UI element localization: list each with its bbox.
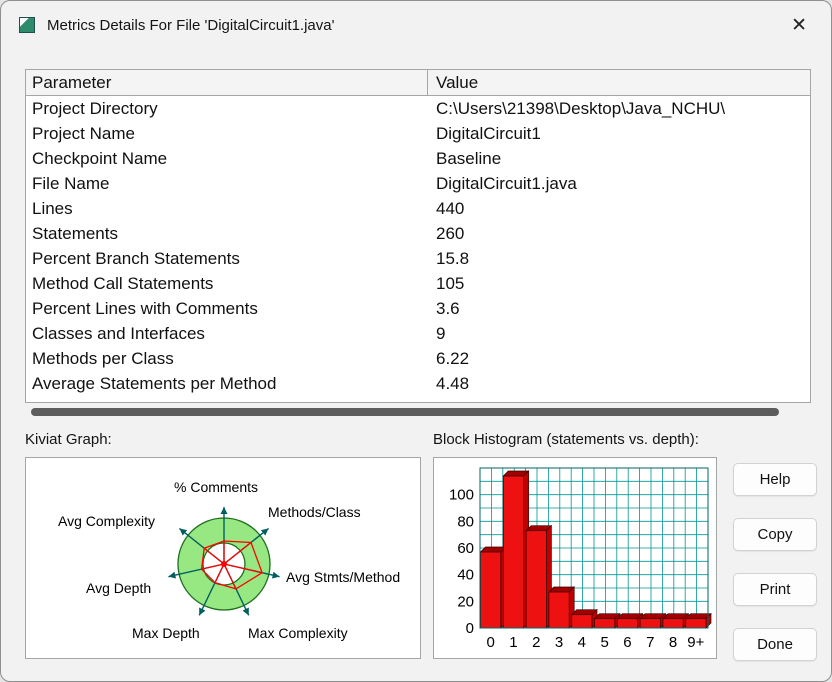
kiviat-label-percent-comments: % Comments — [174, 479, 259, 495]
svg-text:0: 0 — [486, 634, 494, 651]
svg-text:1: 1 — [509, 634, 517, 651]
svg-text:9+: 9+ — [687, 634, 704, 651]
value-cell: 105 — [436, 273, 465, 293]
value-cell: 260 — [436, 223, 465, 243]
print-button[interactable]: Print — [733, 573, 817, 606]
horizontal-scrollbar[interactable] — [25, 406, 811, 419]
value-cell: 4.48 — [436, 373, 470, 393]
svg-text:7: 7 — [646, 634, 654, 651]
svg-text:40: 40 — [457, 567, 474, 584]
help-button[interactable]: Help — [733, 463, 817, 496]
value-cell: DigitalCircuit1.java — [436, 173, 577, 193]
parameter-cell: Percent Lines with Comments — [32, 298, 258, 318]
app-icon — [19, 17, 35, 33]
parameter-cell: Lines — [32, 198, 73, 218]
value-cell: C:\Users\21398\Desktop\Java_NCHU\ — [436, 98, 726, 118]
svg-text:80: 80 — [457, 513, 474, 530]
parameter-cell: Method Call Statements — [32, 273, 214, 293]
svg-text:60: 60 — [457, 540, 474, 557]
title-bar: Metrics Details For File 'DigitalCircuit… — [1, 1, 831, 49]
svg-text:20: 20 — [457, 593, 474, 610]
table-body: Project Directory C:\Users\21398\Desktop\… — [26, 96, 810, 396]
histogram-chart: 0204060801000 1 2 3 4 5 6 7 8 9+ — [449, 467, 712, 651]
table-header: Parameter Value — [26, 70, 810, 96]
value-cell: 9 — [436, 323, 446, 343]
dialog-window: Metrics Details For File 'DigitalCircuit… — [0, 0, 832, 682]
table-row[interactable]: Method Call Statements 105 — [26, 271, 810, 296]
svg-text:0: 0 — [466, 620, 474, 637]
column-header-value[interactable]: Value — [428, 71, 810, 95]
table-row[interactable]: Percent Lines with Comments 3.6 — [26, 296, 810, 321]
close-icon[interactable]: ✕ — [785, 12, 813, 39]
histogram-panel: 0 20 40 60 80 100 0 1 2 3 4 5 6 7 8 9+ — [433, 457, 717, 659]
parameter-cell: Classes and Interfaces — [32, 323, 205, 343]
kiviat-label-avg-stmts-method: Avg Stmts/Method — [286, 569, 401, 585]
table-row[interactable]: File Name DigitalCircuit1.java — [26, 171, 810, 196]
svg-text:2: 2 — [532, 634, 540, 651]
parameter-cell: Average Statements per Method — [32, 373, 277, 393]
value-cell: 440 — [436, 198, 465, 218]
svg-text:5: 5 — [600, 634, 608, 651]
value-cell: 15.8 — [436, 248, 470, 268]
svg-text:100: 100 — [449, 487, 474, 504]
table-row[interactable]: Methods per Class 6.22 — [26, 346, 810, 371]
table-row[interactable]: Statements 260 — [26, 221, 810, 246]
scrollbar-thumb[interactable] — [31, 408, 779, 416]
parameter-cell: Percent Branch Statements — [32, 248, 240, 268]
table-row[interactable]: Average Statements per Method 4.48 — [26, 371, 810, 396]
kiviat-label-max-depth: Max Depth — [132, 625, 200, 641]
svg-text:6: 6 — [623, 634, 631, 651]
svg-text:8: 8 — [669, 634, 677, 651]
svg-text:3: 3 — [555, 634, 563, 651]
parameter-cell: File Name — [32, 173, 110, 193]
parameter-cell: Checkpoint Name — [32, 148, 168, 168]
kiviat-graph-label: Kiviat Graph: — [25, 431, 112, 448]
svg-text:4: 4 — [578, 634, 586, 651]
table-row[interactable]: Classes and Interfaces 9 — [26, 321, 810, 346]
value-cell: 3.6 — [436, 298, 460, 318]
histogram-label: Block Histogram (statements vs. depth): — [433, 431, 699, 448]
table-row[interactable]: Checkpoint Name Baseline — [26, 146, 810, 171]
value-cell: DigitalCircuit1 — [436, 123, 541, 143]
parameter-cell: Methods per Class — [32, 348, 174, 368]
parameter-cell: Project Directory — [32, 98, 158, 118]
value-cell: 6.22 — [436, 348, 470, 368]
table-row[interactable]: Percent Branch Statements 15.8 — [26, 246, 810, 271]
metrics-table: Parameter Value Project Directory C:\User… — [25, 69, 811, 403]
kiviat-label-avg-depth: Avg Depth — [86, 580, 152, 596]
copy-button[interactable]: Copy — [733, 518, 817, 551]
kiviat-label-max-complexity: Max Complexity — [248, 625, 348, 641]
kiviat-panel: % Comments Methods/Class Avg Stmts/Metho… — [25, 457, 421, 659]
kiviat-label-methods-per-class: Methods/Class — [268, 504, 361, 520]
done-button[interactable]: Done — [733, 628, 817, 661]
kiviat-label-avg-complexity: Avg Complexity — [58, 513, 156, 529]
value-cell: Baseline — [436, 148, 502, 168]
window-title: Metrics Details For File 'DigitalCircuit… — [47, 16, 335, 34]
column-header-parameter[interactable]: Parameter — [26, 70, 428, 95]
table-row[interactable]: Project Directory C:\Users\21398\Desktop\… — [26, 96, 810, 121]
parameter-cell: Project Name — [32, 123, 135, 143]
table-row[interactable]: Project Name DigitalCircuit1 — [26, 121, 810, 146]
parameter-cell: Statements — [32, 223, 118, 243]
table-row[interactable]: Lines 440 — [26, 196, 810, 221]
